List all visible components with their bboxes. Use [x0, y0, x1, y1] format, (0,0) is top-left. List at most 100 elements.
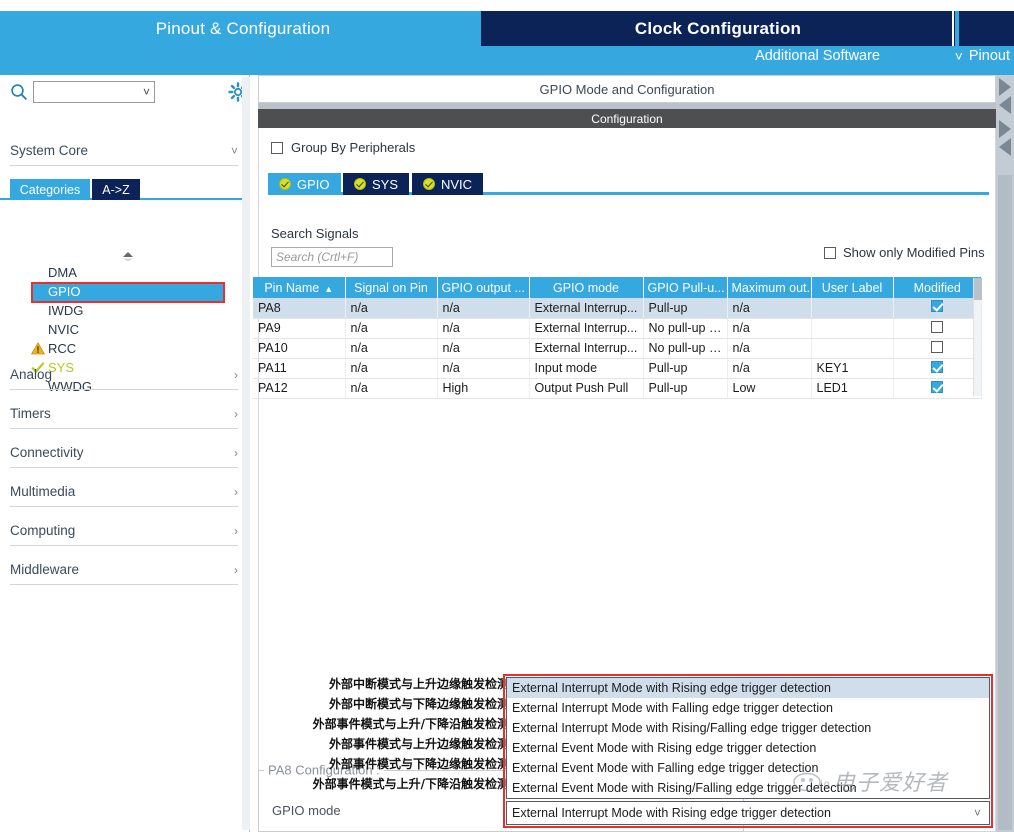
sidebar-group-timers[interactable]: Timers › — [10, 399, 238, 429]
table-scrollbar[interactable] — [973, 278, 982, 396]
column-header-gpio-pull-up[interactable]: GPIO Pull-u... — [643, 277, 728, 298]
cell-signal-on-pin: n/a — [345, 338, 438, 359]
sidebar-item-rcc[interactable]: RCC — [0, 339, 250, 358]
column-header-pin-name[interactable]: Pin Name ▲ — [253, 277, 346, 298]
cell-modified[interactable] — [893, 338, 982, 359]
cell-modified[interactable] — [893, 358, 982, 379]
sidebar-group-system-core-label: System Core — [10, 143, 89, 158]
collapse-left-arrow-icon[interactable] — [999, 78, 1011, 96]
cell-gpio-output: n/a — [437, 298, 530, 319]
sidebar-group-middleware[interactable]: Middleware › — [10, 555, 238, 585]
cell-user-label[interactable] — [811, 318, 894, 339]
cell-user-label[interactable]: LED1 — [811, 378, 894, 399]
cell-gpio-pull-up[interactable]: No pull-up a... — [643, 338, 728, 359]
cell-gpio-mode[interactable]: Input mode — [529, 358, 644, 379]
tab-sys[interactable]: SYS — [343, 173, 410, 195]
column-header-modified[interactable]: Modified — [893, 277, 981, 298]
cell-modified[interactable] — [893, 298, 982, 319]
main-vertical-scrollbar[interactable] — [998, 175, 1012, 830]
sidebar-item-nvic[interactable]: NVIC — [0, 320, 250, 339]
cell-maximum-output[interactable]: n/a — [727, 358, 812, 379]
table-scrollbar-thumb[interactable] — [974, 278, 982, 300]
sidebar-search-input[interactable]: ˅ — [33, 81, 155, 103]
cell-gpio-mode[interactable]: External Interrup... — [529, 298, 644, 319]
cell-maximum-output[interactable]: n/a — [727, 318, 812, 339]
cell-gpio-pull-up[interactable]: Pull-up — [643, 358, 728, 379]
additional-software-button[interactable]: Additional Software — [755, 48, 880, 64]
modified-checkbox[interactable] — [931, 300, 943, 313]
dropdown-item[interactable]: External Event Mode with Rising/Falling … — [507, 778, 989, 798]
tab-a-to-z[interactable]: A->Z — [92, 179, 140, 200]
sidebar-scrollbar[interactable] — [242, 77, 250, 830]
expand-right-arrow-icon[interactable] — [999, 138, 1011, 156]
table-row[interactable]: PA11 n/a n/a Input mode Pull-up n/a KEY1 — [253, 358, 982, 379]
search-signals-label: Search Signals — [271, 226, 359, 241]
table-row[interactable]: PA10 n/a n/a External Interrup... No pul… — [253, 338, 982, 359]
cell-gpio-mode[interactable]: External Interrup... — [529, 318, 644, 339]
scroll-up-icon[interactable] — [120, 250, 136, 262]
tab-gpio[interactable]: GPIO — [268, 173, 341, 195]
modified-checkbox[interactable] — [931, 360, 943, 373]
cell-maximum-output[interactable]: Low — [727, 378, 812, 399]
tab-categories[interactable]: Categories — [10, 179, 90, 200]
gpio-mode-field-label: GPIO mode — [272, 803, 341, 818]
sidebar-item-iwdg[interactable]: IWDG — [0, 301, 250, 320]
gpio-mode-dropdown-list[interactable]: External Interrupt Mode with Rising edge… — [506, 677, 990, 799]
table-row[interactable]: PA8 n/a n/a External Interrup... Pull-up… — [253, 298, 982, 319]
checkbox-box — [271, 141, 283, 154]
dropdown-item[interactable]: External Interrupt Mode with Falling edg… — [507, 698, 989, 718]
column-header-maximum-output[interactable]: Maximum out... — [727, 277, 812, 298]
cell-gpio-mode[interactable]: Output Push Pull — [529, 378, 644, 399]
column-header-gpio-output[interactable]: GPIO output ... — [437, 277, 530, 298]
modified-checkbox[interactable] — [931, 320, 943, 333]
cell-maximum-output[interactable]: n/a — [727, 298, 812, 319]
column-header-gpio-mode[interactable]: GPIO mode — [529, 277, 644, 298]
chevron-right-icon: › — [234, 523, 238, 538]
column-header-signal-on-pin[interactable]: Signal on Pin — [345, 277, 438, 298]
cell-signal-on-pin: n/a — [345, 378, 438, 399]
dropdown-item[interactable]: External Interrupt Mode with Rising edge… — [507, 678, 989, 698]
sidebar-group-connectivity[interactable]: Connectivity › — [10, 438, 238, 468]
search-signals-input[interactable]: Search (Crtl+F) — [271, 247, 393, 267]
modified-checkbox[interactable] — [931, 340, 943, 353]
cell-gpio-pull-up[interactable]: Pull-up — [643, 298, 728, 319]
sidebar-item-dma[interactable]: DMA — [0, 263, 250, 282]
sidebar-group-system-core[interactable]: System Core ˅ — [10, 136, 238, 166]
gpio-mode-combobox[interactable]: External Interrupt Mode with Rising edge… — [506, 801, 990, 825]
show-only-modified-pins-checkbox[interactable]: Show only Modified Pins — [824, 245, 985, 260]
cell-gpio-pull-up[interactable]: No pull-up a... — [643, 318, 728, 339]
modified-checkbox[interactable] — [931, 380, 943, 393]
group-by-peripherals-checkbox[interactable]: Group By Peripherals — [271, 140, 415, 155]
dropdown-item[interactable]: External Interrupt Mode with Rising/Fall… — [507, 718, 989, 738]
dropdown-item[interactable]: External Event Mode with Rising edge tri… — [507, 738, 989, 758]
expand-right-arrow-icon[interactable] — [999, 96, 1011, 114]
tab-pinout-configuration[interactable]: Pinout & Configuration — [8, 11, 478, 46]
table-row[interactable]: PA9 n/a n/a External Interrup... No pull… — [253, 318, 982, 339]
sidebar-view-tabs: Categories A->Z — [0, 179, 250, 200]
dropdown-item[interactable]: External Event Mode with Falling edge tr… — [507, 758, 989, 778]
chevron-down-icon: ˅ — [230, 143, 238, 158]
annotation-line: 外部事件模式与上升/下降沿触发检测 — [312, 717, 509, 731]
pinout-menu-button[interactable]: ˅ Pinout — [955, 48, 1010, 64]
cell-gpio-pull-up[interactable]: Pull-up — [643, 378, 728, 399]
cell-user-label[interactable]: KEY1 — [811, 358, 894, 379]
column-header-user-label[interactable]: User Label — [811, 277, 894, 298]
collapse-left-arrow-icon[interactable] — [999, 120, 1011, 138]
tab-nvic[interactable]: NVIC — [412, 173, 484, 195]
cell-user-label[interactable] — [811, 338, 894, 359]
cell-maximum-output[interactable]: n/a — [727, 338, 812, 359]
sidebar-group-computing-label: Computing — [10, 523, 76, 538]
cell-gpio-mode[interactable]: External Interrup... — [529, 338, 644, 359]
sidebar-group-multimedia[interactable]: Multimedia › — [10, 477, 238, 507]
panel-collapse-arrows — [997, 78, 1014, 188]
sidebar-item-gpio[interactable]: GPIO — [33, 282, 223, 301]
cell-user-label[interactable] — [811, 298, 894, 319]
tab-categories-label: Categories — [19, 182, 81, 197]
sidebar-group-analog[interactable]: Analog › — [10, 360, 238, 390]
cell-modified[interactable] — [893, 378, 982, 399]
tab-project-manager[interactable] — [959, 11, 1014, 46]
sidebar-group-computing[interactable]: Computing › — [10, 516, 238, 546]
cell-modified[interactable] — [893, 318, 982, 339]
tab-clock-configuration[interactable]: Clock Configuration — [481, 11, 955, 46]
table-row[interactable]: PA12 n/a High Output Push Pull Pull-up L… — [253, 378, 982, 399]
